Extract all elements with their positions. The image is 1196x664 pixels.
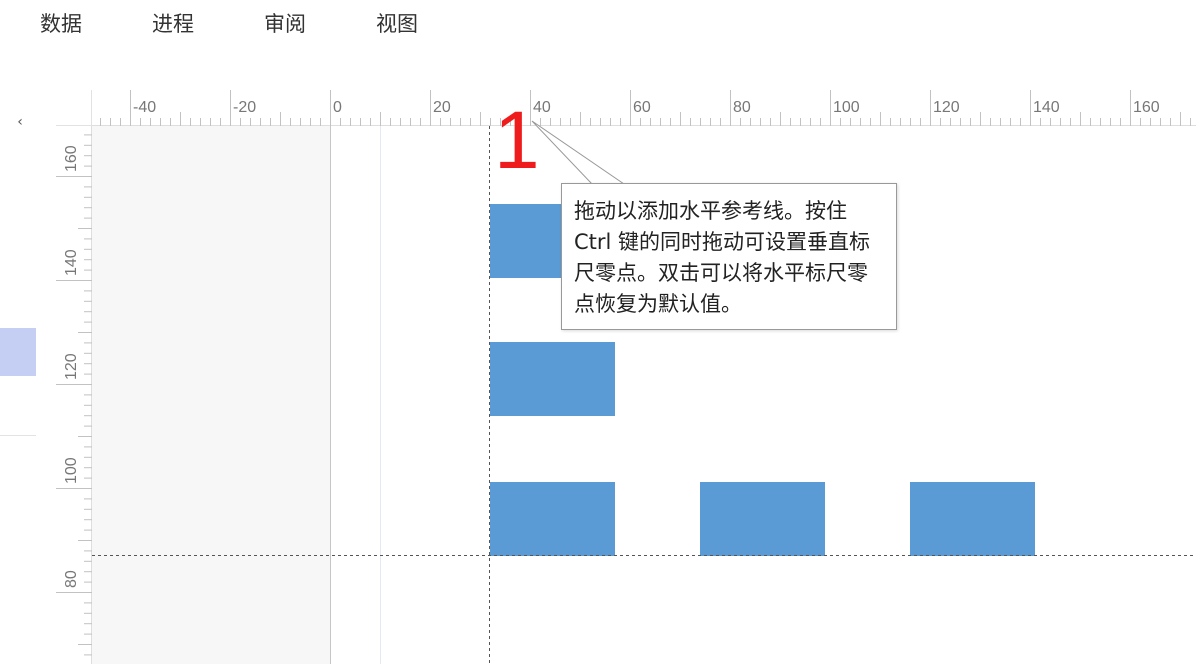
h-ruler-label: 80 (733, 99, 751, 116)
h-ruler-label: -20 (233, 99, 256, 116)
blue-rectangle-shape[interactable] (700, 482, 825, 556)
h-ruler-label: 100 (833, 99, 860, 116)
v-ruler-label: 140 (63, 249, 80, 276)
blue-rectangle-shape[interactable] (490, 482, 615, 556)
blue-rectangle-shape[interactable] (490, 342, 615, 416)
menu-item-review[interactable]: 审阅 (264, 8, 306, 38)
h-ruler-label: 120 (933, 99, 960, 116)
page-margin-area (92, 126, 330, 664)
h-ruler-label: 140 (1033, 99, 1060, 116)
v-ruler-label: 100 (63, 457, 80, 484)
menu-item-data[interactable]: 数据 (40, 8, 82, 38)
v-ruler-label: 80 (63, 570, 80, 588)
h-ruler-label: 160 (1133, 99, 1160, 116)
panel-divider (0, 435, 36, 436)
h-ruler-label: 60 (633, 99, 651, 116)
vertical-ruler[interactable]: 160 140 120 100 80 (56, 126, 92, 664)
left-panel: ‹ (0, 90, 56, 664)
h-ruler-label: 20 (433, 99, 451, 116)
menu-bar: 数据 进程 审阅 视图 (0, 0, 1196, 48)
menu-item-process[interactable]: 进程 (152, 8, 194, 38)
collapse-chevron-icon[interactable]: ‹ (12, 114, 28, 130)
ruler-tooltip: 拖动以添加水平参考线。按住 Ctrl 键的同时拖动可设置垂直标尺零点。双击可以将… (561, 183, 897, 330)
step-number-annotation: 1 (494, 95, 540, 186)
tooltip-text: 拖动以添加水平参考线。按住 Ctrl 键的同时拖动可设置垂直标尺零点。双击可以将… (574, 199, 871, 316)
h-ruler-label: 0 (333, 99, 342, 116)
v-ruler-label: 160 (63, 145, 80, 172)
menu-item-view[interactable]: 视图 (376, 8, 418, 38)
panel-selected-item[interactable] (0, 328, 36, 376)
h-ruler-label: -40 (133, 99, 156, 116)
blue-rectangle-shape[interactable] (910, 482, 1035, 556)
v-ruler-label: 120 (63, 353, 80, 380)
ruler-corner (56, 90, 92, 126)
horizontal-ruler[interactable]: -40 -20 0 20 40 60 80 100 120 140 160 (92, 90, 1196, 126)
